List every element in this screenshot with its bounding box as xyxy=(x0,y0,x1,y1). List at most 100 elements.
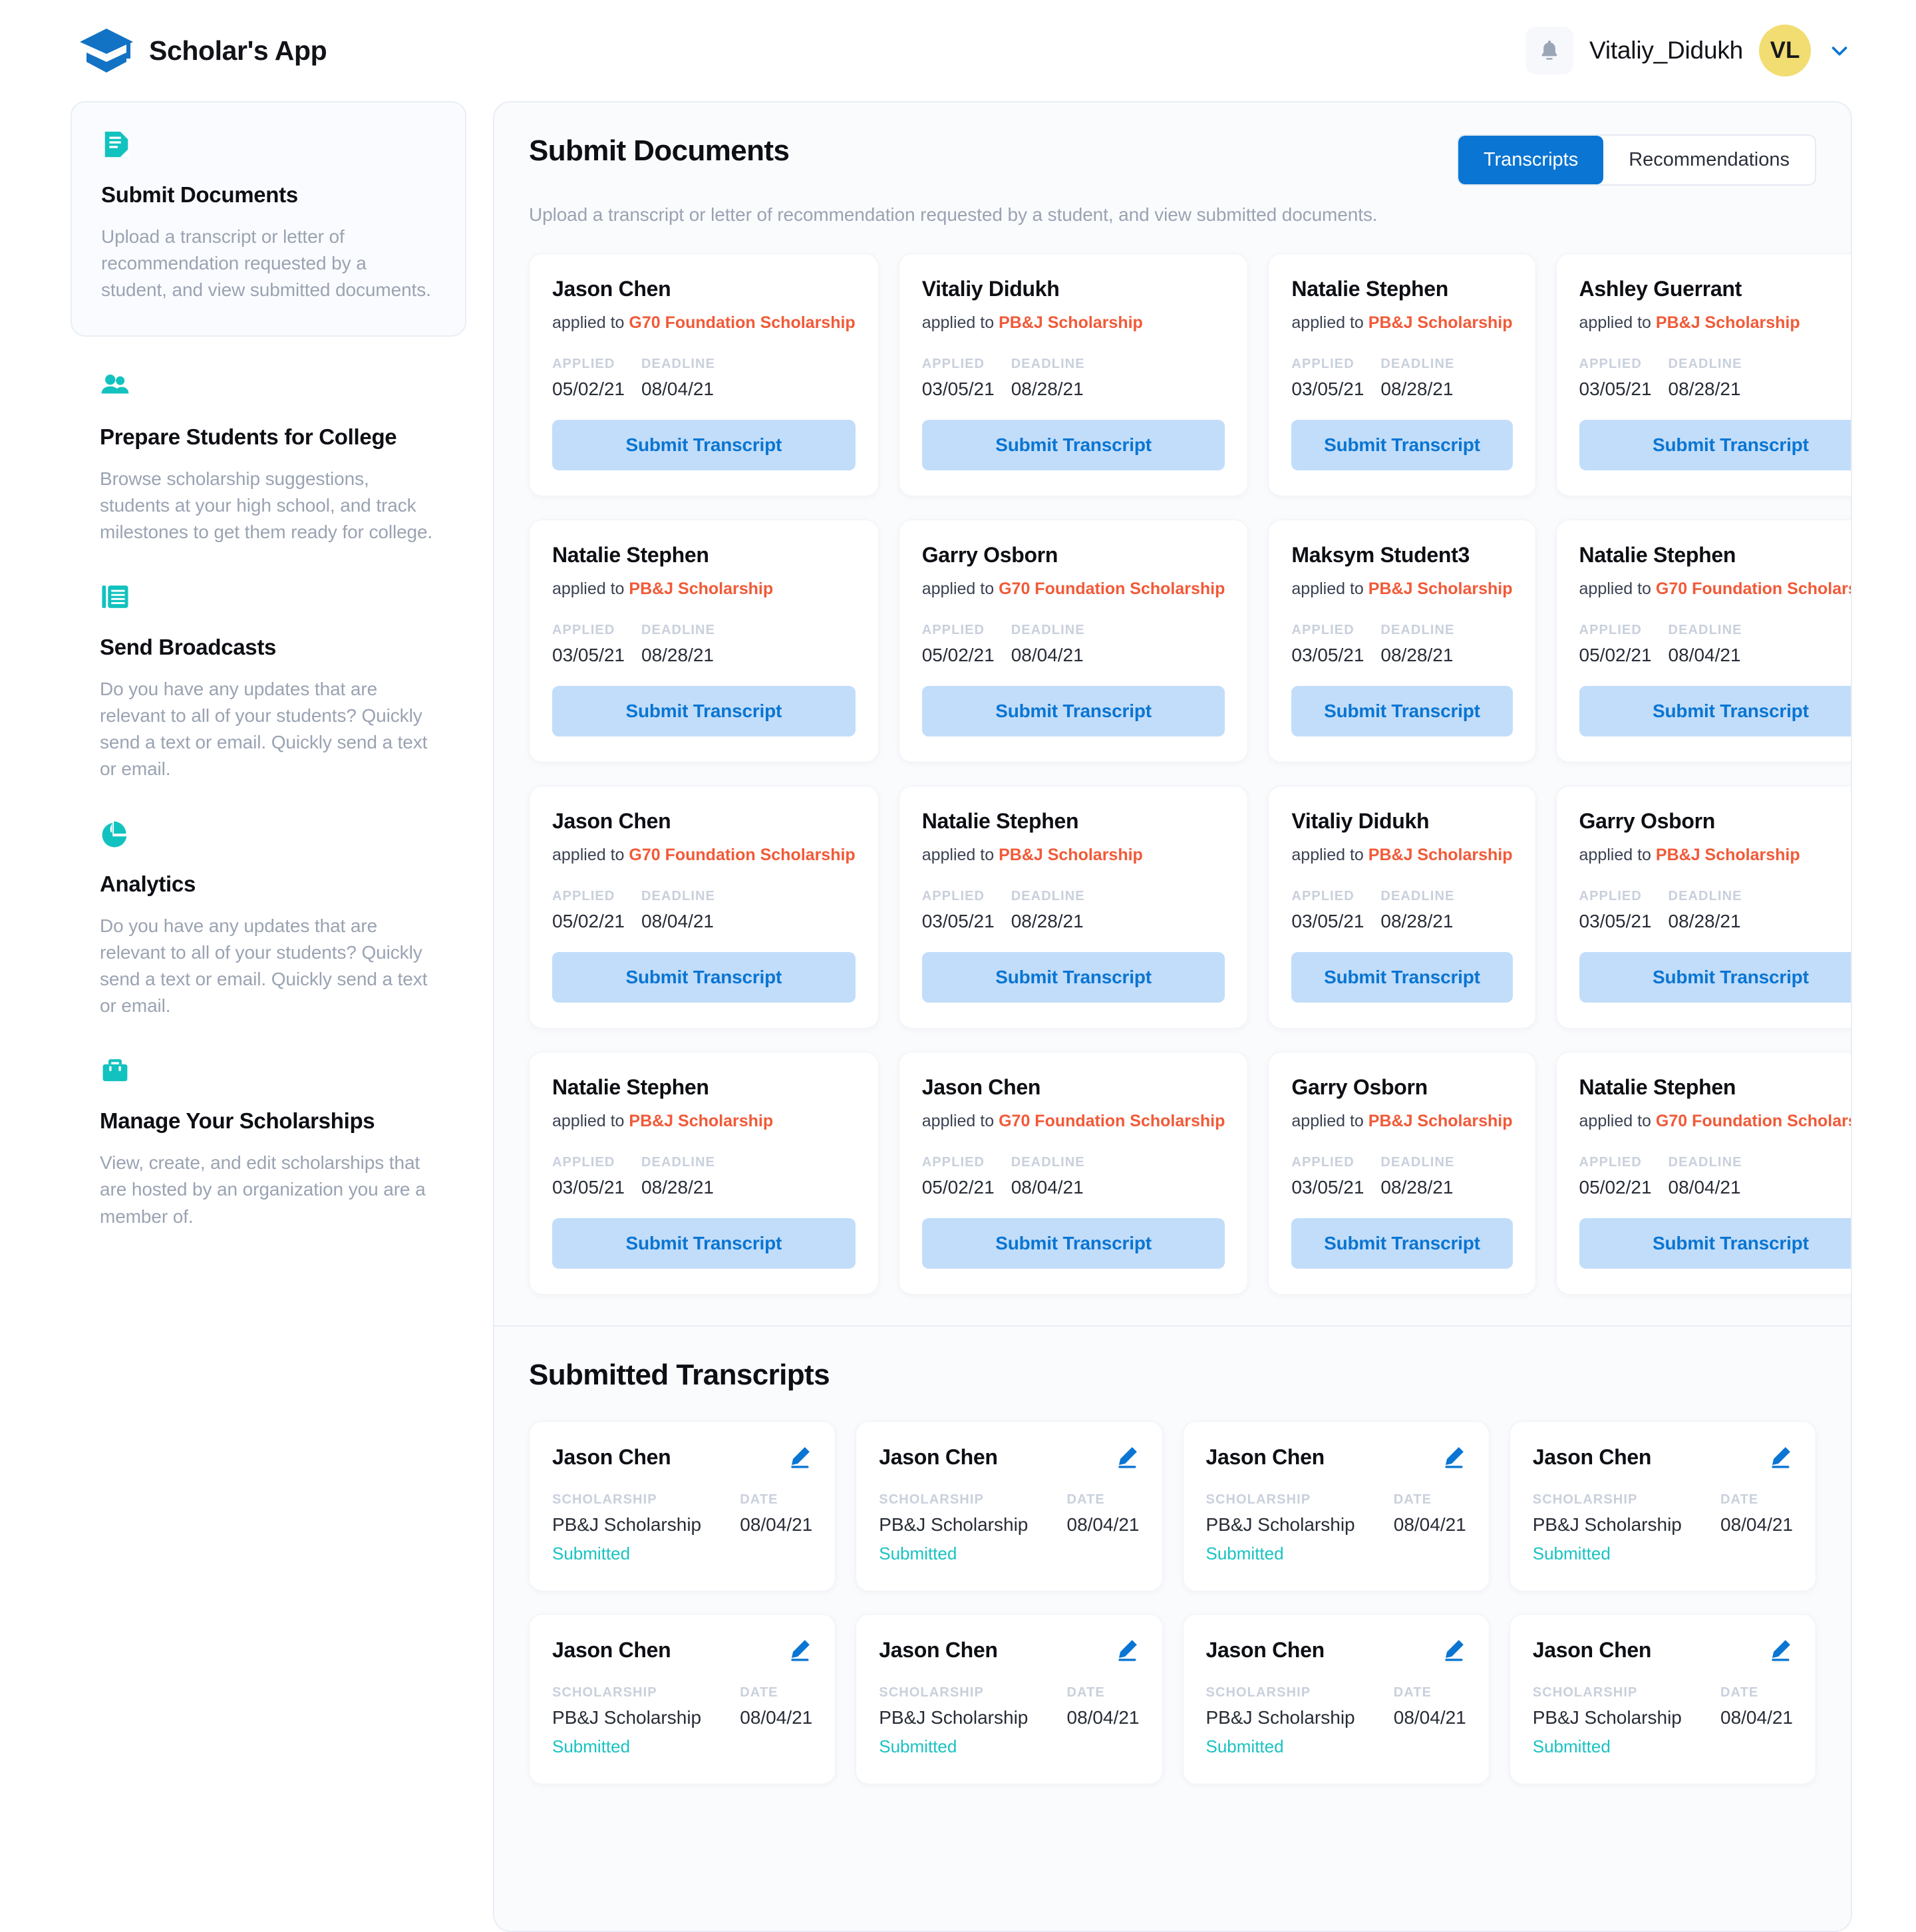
submit-transcript-button[interactable]: Submit Transcript xyxy=(1579,686,1851,736)
applied-value: 03/05/21 xyxy=(1291,645,1364,665)
scholarship-col: SCHOLARSHIP PB&J Scholarship xyxy=(1206,1685,1355,1728)
chevron-down-icon[interactable] xyxy=(1827,38,1852,63)
scholarship-col: SCHOLARSHIP PB&J Scholarship xyxy=(879,1685,1028,1728)
scholarship-name[interactable]: G70 Foundation Scholarship xyxy=(629,313,855,332)
submit-transcript-button[interactable]: Submit Transcript xyxy=(1291,420,1513,470)
applied-to-line: applied to G70 Foundation Scholarship xyxy=(1579,1112,1851,1131)
pie-chart-icon xyxy=(102,821,127,848)
submit-transcript-button[interactable]: Submit Transcript xyxy=(1579,1218,1851,1269)
submit-transcript-button[interactable]: Submit Transcript xyxy=(1291,686,1513,736)
student-name: Jason Chen xyxy=(552,1444,671,1469)
submitted-card-header: Jason Chen xyxy=(1206,1444,1466,1470)
submit-transcript-button[interactable]: Submit Transcript xyxy=(552,1218,856,1269)
applied-to-prefix: applied to xyxy=(921,313,995,332)
submit-transcript-button[interactable]: Submit Transcript xyxy=(552,420,856,470)
applied-to-prefix: applied to xyxy=(1579,846,1651,864)
scholarship-name[interactable]: PB&J Scholarship xyxy=(1656,846,1800,864)
tab-transcripts[interactable]: Transcripts xyxy=(1458,136,1604,184)
scholarship-name[interactable]: G70 Foundation Scholarship xyxy=(999,579,1225,598)
applied-col: APPLIED 05/02/21 xyxy=(922,1155,1011,1198)
date-value: 08/04/21 xyxy=(1066,1707,1140,1728)
applied-col: APPLIED 03/05/21 xyxy=(1291,357,1380,400)
scholarship-name[interactable]: G70 Foundation Scholarship xyxy=(1656,1112,1851,1130)
edit-pencil-icon[interactable] xyxy=(1114,1637,1140,1663)
submitted-card-header: Jason Chen xyxy=(879,1637,1139,1663)
submit-transcript-button[interactable]: Submit Transcript xyxy=(1579,420,1851,470)
scholarship-name[interactable]: PB&J Scholarship xyxy=(1656,313,1800,332)
notifications-button[interactable] xyxy=(1525,27,1574,75)
date-label: DATE xyxy=(1393,1685,1432,1700)
scholarship-label: SCHOLARSHIP xyxy=(1205,1492,1311,1507)
deadline-value: 08/04/21 xyxy=(1011,645,1084,665)
applied-col: APPLIED 03/05/21 xyxy=(1291,889,1380,932)
sidebar-item-title: Prepare Students for College xyxy=(100,424,397,450)
tab-recommendations[interactable]: Recommendations xyxy=(1603,136,1815,184)
sidebar: Submit Documents Upload a transcript or … xyxy=(71,101,493,1266)
edit-pencil-icon[interactable] xyxy=(1114,1444,1140,1470)
scholarship-col: SCHOLARSHIP PB&J Scholarship xyxy=(552,1492,701,1535)
document-type-tabs[interactable]: Transcripts Recommendations xyxy=(1456,134,1816,186)
scholarship-col: SCHOLARSHIP PB&J Scholarship xyxy=(552,1685,701,1728)
edit-pencil-icon[interactable] xyxy=(1768,1637,1793,1663)
scholarship-name[interactable]: PB&J Scholarship xyxy=(1368,313,1513,332)
applied-to-prefix: applied to xyxy=(552,313,625,332)
scholarship-name[interactable]: G70 Foundation Scholarship xyxy=(1656,579,1851,598)
edit-pencil-icon[interactable] xyxy=(787,1444,812,1470)
panel-header: Submit Documents Transcripts Recommendat… xyxy=(529,134,1816,186)
applied-label: APPLIED xyxy=(552,1155,615,1170)
request-card: Garry Osborn applied to PB&J Scholarship A… xyxy=(1268,1052,1536,1295)
student-name: Jason Chen xyxy=(1205,1637,1325,1662)
student-name: Jason Chen xyxy=(1532,1444,1652,1469)
scholarship-name[interactable]: PB&J Scholarship xyxy=(1368,846,1513,864)
submit-transcript-button[interactable]: Submit Transcript xyxy=(921,686,1225,736)
submitted-card-grid: Jason Chen SCHOLARSHIP PB&J Scholarship DAT… xyxy=(529,1421,1816,1784)
date-col: DATE 08/04/21 xyxy=(740,1685,812,1728)
submit-transcript-button[interactable]: Submit Transcript xyxy=(1291,952,1513,1003)
request-card: Vitaliy Didukh applied to PB&J Scholarshi… xyxy=(1268,786,1536,1029)
submit-transcript-button[interactable]: Submit Transcript xyxy=(552,952,856,1003)
scholarship-name[interactable]: PB&J Scholarship xyxy=(629,1112,773,1130)
submit-transcript-button[interactable]: Submit Transcript xyxy=(921,952,1225,1003)
submitted-transcript-card: Jason Chen SCHOLARSHIP PB&J Scholarship DAT… xyxy=(856,1614,1163,1784)
scholarship-name[interactable]: PB&J Scholarship xyxy=(999,846,1143,864)
edit-pencil-icon[interactable] xyxy=(1441,1637,1466,1663)
status-badge: Submitted xyxy=(1532,1543,1611,1563)
student-name: Garry Osborn xyxy=(1579,809,1716,833)
sidebar-item-send-broadcasts[interactable]: Send Broadcasts Do you have any updates … xyxy=(71,581,466,818)
edit-pencil-icon[interactable] xyxy=(1441,1444,1466,1470)
deadline-label: DEADLINE xyxy=(641,623,716,637)
edit-pencil-icon[interactable] xyxy=(787,1637,812,1663)
scholarship-name[interactable]: PB&J Scholarship xyxy=(1368,579,1513,598)
deadline-value: 08/04/21 xyxy=(641,911,714,931)
edit-pencil-icon[interactable] xyxy=(1768,1444,1793,1470)
scholarship-col: SCHOLARSHIP PB&J Scholarship xyxy=(1533,1492,1682,1535)
scholarship-name[interactable]: G70 Foundation Scholarship xyxy=(629,846,855,864)
sidebar-item-prepare-students[interactable]: Prepare Students for College Browse scho… xyxy=(71,371,466,581)
submit-transcript-button[interactable]: Submit Transcript xyxy=(1291,1218,1513,1269)
submit-transcript-button[interactable]: Submit Transcript xyxy=(1579,952,1851,1003)
scholarship-name[interactable]: PB&J Scholarship xyxy=(999,313,1143,332)
submitted-meta-row: SCHOLARSHIP PB&J Scholarship DATE 08/04/21 xyxy=(879,1685,1139,1728)
request-card: Natalie Stephen applied to G70 Foundation… xyxy=(1555,1052,1851,1295)
brand-logo-group[interactable]: Scholar's App xyxy=(79,27,327,74)
scholarship-label: SCHOLARSHIP xyxy=(879,1492,984,1507)
submitted-card-header: Jason Chen xyxy=(552,1444,812,1470)
applied-value: 03/05/21 xyxy=(552,1177,625,1198)
submit-transcript-button[interactable]: Submit Transcript xyxy=(552,686,856,736)
scholarship-name[interactable]: PB&J Scholarship xyxy=(629,579,773,598)
user-menu[interactable]: Vitaliy_Didukh VL xyxy=(1525,25,1852,77)
submit-transcript-button[interactable]: Submit Transcript xyxy=(921,420,1225,470)
scholarship-name[interactable]: PB&J Scholarship xyxy=(1368,1112,1513,1130)
applied-value: 05/02/21 xyxy=(1579,1177,1652,1198)
sidebar-item-analytics[interactable]: Analytics Do you have any updates that a… xyxy=(71,818,466,1055)
deadline-value: 08/04/21 xyxy=(1668,1177,1741,1198)
request-card: Natalie Stephen applied to PB&J Scholarsh… xyxy=(1268,253,1536,496)
sidebar-item-manage-scholarships[interactable]: Manage Your Scholarships View, create, a… xyxy=(71,1055,466,1265)
sidebar-item-submit-documents[interactable]: Submit Documents Upload a transcript or … xyxy=(71,101,466,337)
deadline-value: 08/04/21 xyxy=(1668,645,1741,665)
deadline-col: DEADLINE 08/28/21 xyxy=(1380,357,1470,400)
submit-transcript-button[interactable]: Submit Transcript xyxy=(921,1218,1225,1269)
deadline-label: DEADLINE xyxy=(1668,889,1742,903)
request-card: Natalie Stephen applied to PB&J Scholarsh… xyxy=(898,786,1249,1029)
scholarship-name[interactable]: G70 Foundation Scholarship xyxy=(999,1112,1225,1130)
